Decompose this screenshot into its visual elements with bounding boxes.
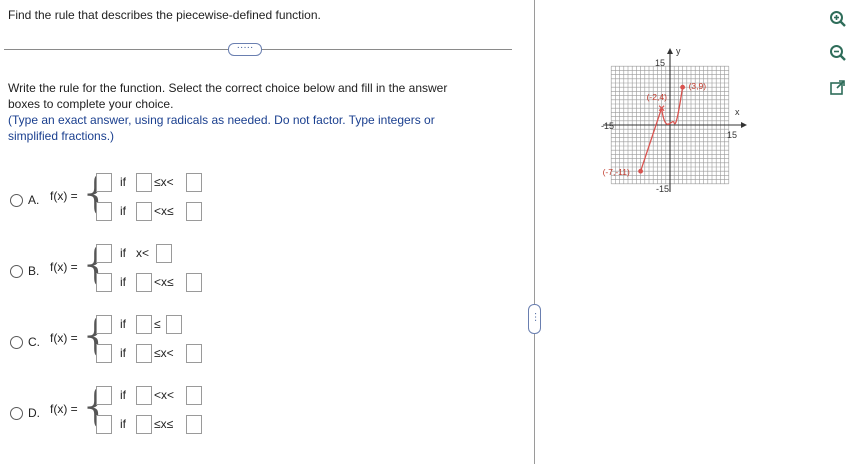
choice-letter: D. (28, 406, 40, 420)
point-label: (-2,4) (647, 92, 667, 102)
upper-input-2[interactable] (186, 415, 202, 434)
lower-input-1[interactable] (136, 173, 152, 192)
inequality: <x≤ (154, 204, 174, 218)
fx-label: f(x) = (50, 189, 78, 203)
if-label: if (120, 417, 126, 431)
lower-input-2[interactable] (136, 202, 152, 221)
x-min-label: -15 (601, 121, 614, 131)
choice-letter: C. (28, 335, 40, 349)
zoom-out-icon[interactable] (829, 44, 847, 62)
x-arrow (741, 122, 747, 128)
choice-c[interactable]: C. f(x) = { if ≤ if ≤x< (0, 310, 220, 380)
x-max-label: 15 (727, 130, 737, 140)
inequality: ≤x≤ (154, 417, 174, 431)
upper-input-1[interactable] (156, 244, 172, 263)
radio-b[interactable] (10, 265, 23, 278)
inequality: ≤x< (154, 346, 174, 360)
fx-label: f(x) = (50, 402, 78, 416)
point-marker (680, 84, 685, 90)
y-max-label: 15 (655, 58, 665, 68)
point-label: (-7,-11) (603, 167, 630, 177)
y-axis-label: y (676, 46, 681, 56)
if-label: if (120, 346, 126, 360)
radio-a[interactable] (10, 194, 23, 207)
more-button[interactable]: ····· (228, 43, 262, 56)
instruction-line-1: Write the rule for the function. Select … (8, 81, 448, 95)
expr-input-2[interactable] (96, 344, 112, 363)
if-label: if (120, 317, 126, 331)
radio-d[interactable] (10, 407, 23, 420)
upper-input-1[interactable] (186, 173, 202, 192)
upper-input-2[interactable] (186, 273, 202, 292)
choice-letter: B. (28, 264, 40, 278)
pane-resize-handle[interactable]: ··· (528, 304, 541, 334)
if-label: if (120, 175, 126, 189)
hint-line-1: (Type an exact answer, using radicals as… (8, 113, 435, 127)
expr-input-2[interactable] (96, 415, 112, 434)
if-label: if (120, 275, 126, 289)
pane-separator (534, 0, 535, 464)
inequality: ≤x< (154, 175, 174, 189)
lower-input-2[interactable] (136, 273, 152, 292)
y-min-label: -15 (656, 184, 669, 194)
lower-input-1[interactable] (136, 386, 152, 405)
popout-icon[interactable] (829, 79, 847, 97)
upper-input-2[interactable] (186, 202, 202, 221)
instruction-line-2: boxes to complete your choice. (8, 97, 174, 111)
choice-d[interactable]: D. f(x) = { if <x< if ≤x≤ (0, 381, 220, 451)
inequality: <x< (154, 388, 175, 402)
expr-input-2[interactable] (96, 202, 112, 221)
lower-input-2[interactable] (136, 344, 152, 363)
upper-input-1[interactable] (186, 386, 202, 405)
line-segment (639, 107, 663, 172)
if-label: if (120, 204, 126, 218)
question-title: Find the rule that describes the piecewi… (8, 8, 321, 22)
choice-b[interactable]: B. f(x) = { if x< if <x≤ (0, 239, 220, 309)
choice-letter: A. (28, 193, 40, 207)
hint-line-2: simplified fractions.) (8, 129, 115, 143)
inequality: x< (136, 246, 150, 260)
upper-input-2[interactable] (186, 344, 202, 363)
fx-label: f(x) = (50, 331, 78, 345)
graph: -15 15 15 -15 x y (-7,-11) (-2,4) (3,9) (601, 46, 747, 194)
point-marker (638, 168, 643, 174)
lower-input-2[interactable] (136, 415, 152, 434)
expr-input-1[interactable] (96, 244, 112, 263)
inequality: <x≤ (154, 275, 174, 289)
point-label: (3,9) (689, 81, 707, 91)
zoom-in-icon[interactable] (829, 10, 847, 28)
expr-input-1[interactable] (96, 315, 112, 334)
if-label: if (120, 246, 126, 260)
expr-input-2[interactable] (96, 273, 112, 292)
if-label: if (120, 388, 126, 402)
upper-input-1[interactable] (166, 315, 182, 334)
radio-c[interactable] (10, 336, 23, 349)
fx-label: f(x) = (50, 260, 78, 274)
choice-a[interactable]: A. f(x) = { if ≤x< if <x≤ (0, 168, 220, 238)
lower-input-1[interactable] (136, 315, 152, 334)
x-axis-label: x (735, 107, 740, 117)
expr-input-1[interactable] (96, 386, 112, 405)
expr-input-1[interactable] (96, 173, 112, 192)
inequality: ≤ (154, 317, 161, 331)
y-arrow (667, 48, 673, 54)
